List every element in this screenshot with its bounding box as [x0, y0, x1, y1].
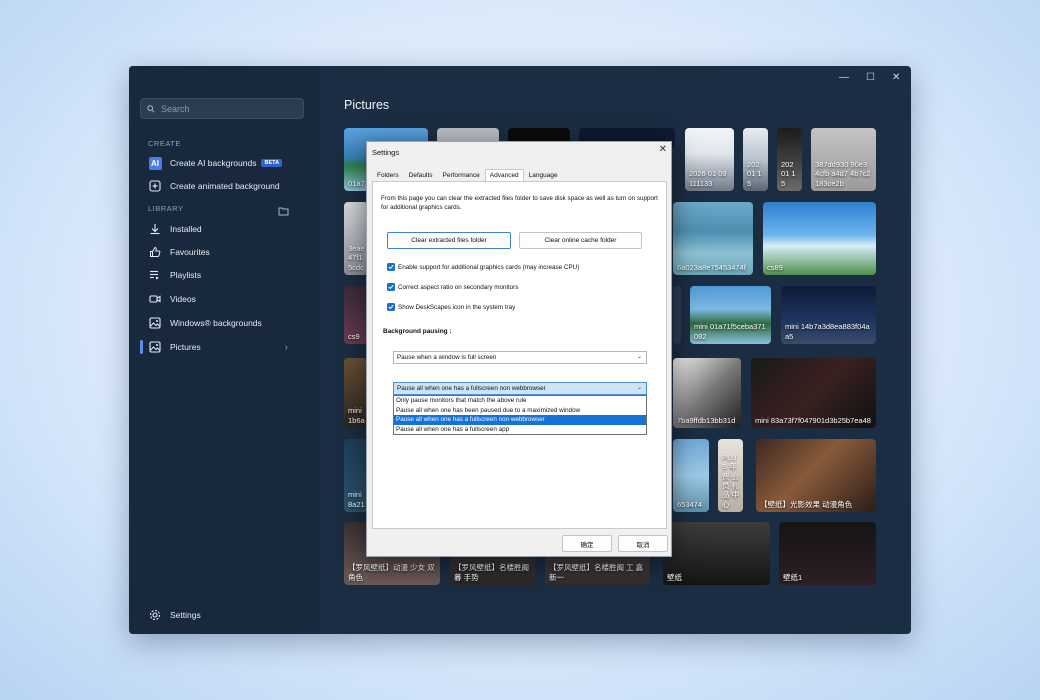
sidebar-item-settings[interactable]: Settings — [148, 605, 308, 625]
clear-online-cache-button[interactable]: Clear online cache folder — [519, 232, 642, 249]
sidebar: Search CREATE AI Create AI backgrounds B… — [129, 66, 320, 634]
nav-label: Pictures — [170, 342, 201, 352]
nav-label: Favourites — [170, 247, 210, 257]
picture-tile[interactable]: cs9 — [344, 286, 368, 344]
search-placeholder: Search — [161, 103, 190, 114]
checkmark-icon — [387, 263, 395, 271]
aspect-ratio-checkbox[interactable]: Correct aspect ratio on secondary monito… — [387, 283, 518, 291]
image-icon — [148, 316, 162, 330]
picture-tile[interactable]: 壁纸1 — [779, 522, 876, 585]
sidebar-item-videos[interactable]: Videos — [148, 289, 308, 309]
picture-tile[interactable]: 7ba9ffdb13bb31d — [673, 358, 741, 428]
picture-tile[interactable]: cs89 — [763, 202, 876, 275]
video-icon — [148, 292, 162, 306]
download-icon — [148, 222, 162, 236]
pause-mode-select[interactable]: Pause when a window is full screen ⌄ — [393, 351, 647, 364]
chevron-right-icon: › — [284, 341, 288, 353]
search-icon — [147, 104, 155, 113]
picture-tile[interactable]: 653474 — [673, 439, 709, 512]
advanced-description: From this page you can clear the extract… — [381, 195, 658, 212]
picture-tile[interactable] — [673, 286, 681, 344]
background-pausing-label: Background pausing : — [383, 328, 452, 335]
picture-tile[interactable]: PLUS 年费 会员 礼品 中心 — [718, 439, 743, 512]
nav-label: Playlists — [170, 270, 202, 280]
tab-folders[interactable]: Folders — [372, 169, 404, 181]
playlist-icon — [148, 268, 162, 282]
pause-scope-select[interactable]: Pause all when one has a fullscreen non … — [393, 382, 647, 395]
checkmark-icon — [387, 303, 395, 311]
nav-label: Create AI backgrounds — [170, 158, 257, 168]
nav-label: Videos — [170, 294, 196, 304]
thumbs-up-icon — [148, 245, 162, 259]
picture-tile[interactable]: 2026 01 09 111133 — [685, 128, 734, 191]
picture-tile[interactable]: 202 01 15 — [743, 128, 768, 191]
sidebar-item-favourites[interactable]: Favourites — [148, 242, 308, 262]
checkbox-label: Correct aspect ratio on secondary monito… — [398, 283, 519, 291]
select-value: Pause when a window is full screen — [397, 354, 497, 361]
nav-label: Installed — [170, 224, 202, 234]
dropdown-option[interactable]: Pause all when one has a fullscreen app — [394, 425, 646, 435]
picture-tile[interactable]: 387dd930 90e3 4cfb a4d7 4b7c2183ce2b — [811, 128, 876, 191]
sidebar-item-pictures[interactable]: Pictures › — [148, 337, 308, 357]
checkbox-label: Show DeskScapes icon in the system tray — [398, 303, 516, 311]
search-input[interactable]: Search — [140, 98, 304, 119]
image-icon — [148, 340, 162, 354]
close-button[interactable]: ✕ — [892, 72, 900, 83]
picture-tile[interactable]: 202 01 15 — [777, 128, 802, 191]
picture-tile[interactable]: mini 83a73f7f047901d3b25b7ea48 — [751, 358, 876, 428]
nav-label: Create animated background — [170, 181, 280, 191]
nav-label: Settings — [170, 610, 201, 620]
dialog-close-button[interactable]: ✕ — [659, 144, 667, 155]
clear-extracted-files-button[interactable]: Clear extracted files folder — [387, 232, 511, 249]
tab-language[interactable]: Language — [524, 169, 563, 181]
tab-defaults[interactable]: Defaults — [404, 169, 438, 181]
pause-scope-dropdown: Only pause monitors that match the above… — [393, 395, 647, 436]
library-section-label: LIBRARY — [148, 204, 184, 213]
dropdown-option[interactable]: Only pause monitors that match the above… — [394, 396, 646, 406]
ai-icon: AI — [148, 156, 162, 170]
chevron-down-icon: ⌄ — [636, 354, 642, 360]
tab-performance[interactable]: Performance — [438, 169, 485, 181]
ok-button[interactable]: 确定 — [562, 535, 612, 552]
picture-tile[interactable]: 壁纸 — [663, 522, 770, 585]
sidebar-item-playlists[interactable]: Playlists — [148, 265, 308, 285]
plus-square-icon — [148, 179, 162, 193]
gear-icon — [148, 608, 162, 622]
picture-tile[interactable]: 3eae 47f1 5cdc — [344, 202, 368, 275]
picture-tile[interactable]: mini 01a71f5ceba371082 — [690, 286, 771, 344]
checkbox-label: Enable support for additional graphics c… — [398, 263, 580, 271]
picture-tile[interactable]: mini 14b7a3d8ea883f04aa5 — [781, 286, 876, 344]
maximize-button[interactable]: ☐ — [866, 72, 875, 83]
cancel-button[interactable]: 取消 — [618, 535, 668, 552]
picture-tile[interactable]: 【壁纸】光影效果 动漫角色 — [756, 439, 876, 512]
dropdown-option[interactable]: Pause all when one has been paused due t… — [394, 406, 646, 416]
settings-dialog: Settings ✕ Folders Defaults Performance … — [366, 141, 672, 557]
tray-icon-checkbox[interactable]: Show DeskScapes icon in the system tray — [387, 303, 515, 311]
picture-tile[interactable]: mini 1b6a — [344, 358, 368, 428]
dropdown-option-selected[interactable]: Pause all when one has a fullscreen non … — [394, 415, 646, 425]
graphics-cards-checkbox[interactable]: Enable support for additional graphics c… — [387, 263, 579, 271]
chevron-down-icon: ⌄ — [636, 385, 642, 391]
checkmark-icon — [387, 283, 395, 291]
advanced-panel: From this page you can clear the extract… — [372, 181, 667, 529]
active-indicator — [140, 340, 143, 354]
sidebar-item-installed[interactable]: Installed — [148, 219, 308, 239]
select-value: Pause all when one has a fullscreen non … — [397, 385, 546, 392]
page-title: Pictures — [344, 98, 390, 112]
beta-badge: BETA — [261, 159, 283, 167]
create-ai-backgrounds[interactable]: AI Create AI backgrounds BETA — [148, 153, 308, 173]
dialog-title: Settings — [372, 148, 400, 157]
picture-tile[interactable]: 6a023a8e75453474f — [673, 202, 753, 275]
create-animated-background[interactable]: Create animated background — [148, 176, 308, 196]
create-section-label: CREATE — [148, 139, 181, 148]
nav-label: Windows® backgrounds — [170, 318, 262, 328]
minimize-button[interactable]: — — [839, 72, 849, 83]
picture-tile[interactable]: mini 8a21 — [344, 439, 368, 512]
sidebar-item-windows-backgrounds[interactable]: Windows® backgrounds — [148, 313, 308, 333]
